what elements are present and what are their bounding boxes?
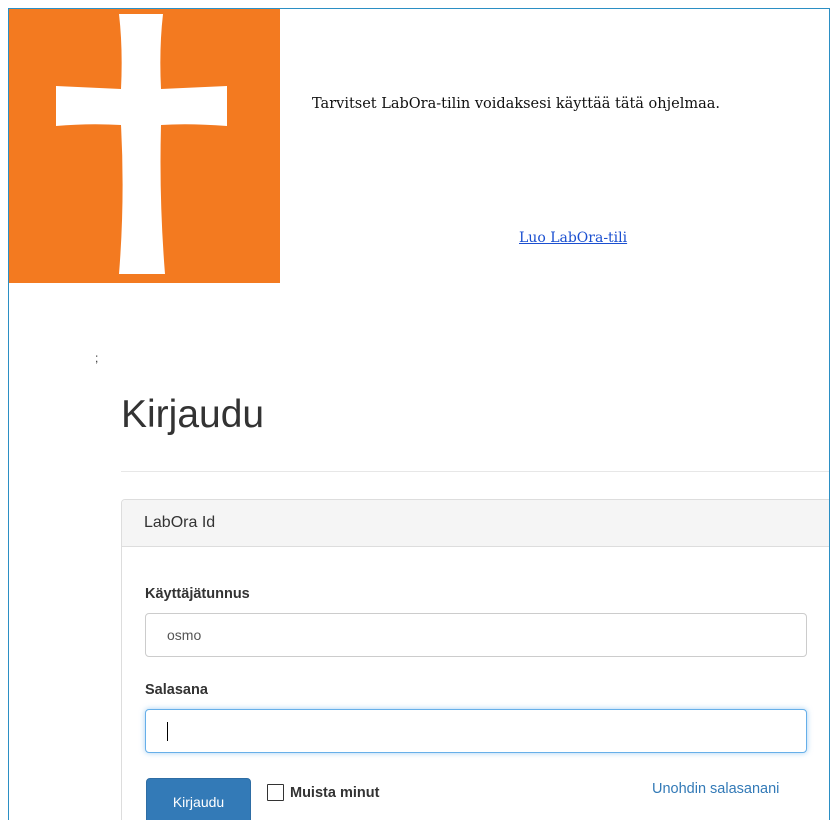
cross-icon xyxy=(9,9,280,283)
stray-text: ; xyxy=(95,351,99,365)
password-label: Salasana xyxy=(145,682,208,698)
username-input[interactable] xyxy=(145,613,807,657)
panel-heading: LabOra Id xyxy=(122,500,829,547)
page-frame: Tarvitset LabOra-tilin voidaksesi käyttä… xyxy=(8,8,830,820)
remember-me-checkbox[interactable] xyxy=(267,784,284,801)
password-input[interactable] xyxy=(145,709,807,753)
remember-me-label: Muista minut xyxy=(290,784,380,801)
login-button[interactable]: Kirjaudu xyxy=(146,778,251,820)
text-caret xyxy=(167,722,168,741)
create-account-link[interactable]: Luo LabOra-tili xyxy=(519,230,627,246)
title-divider xyxy=(121,471,829,472)
intro-text: Tarvitset LabOra-tilin voidaksesi käyttä… xyxy=(312,96,720,112)
labora-logo xyxy=(9,9,280,283)
page-title: Kirjaudu xyxy=(121,393,265,436)
forgot-password-link[interactable]: Unohdin salasanani xyxy=(652,781,779,797)
login-panel: LabOra Id Käyttäjätunnus Salasana Kirjau… xyxy=(121,499,829,820)
username-label: Käyttäjätunnus xyxy=(145,586,250,602)
remember-me-option[interactable]: Muista minut xyxy=(267,784,379,801)
